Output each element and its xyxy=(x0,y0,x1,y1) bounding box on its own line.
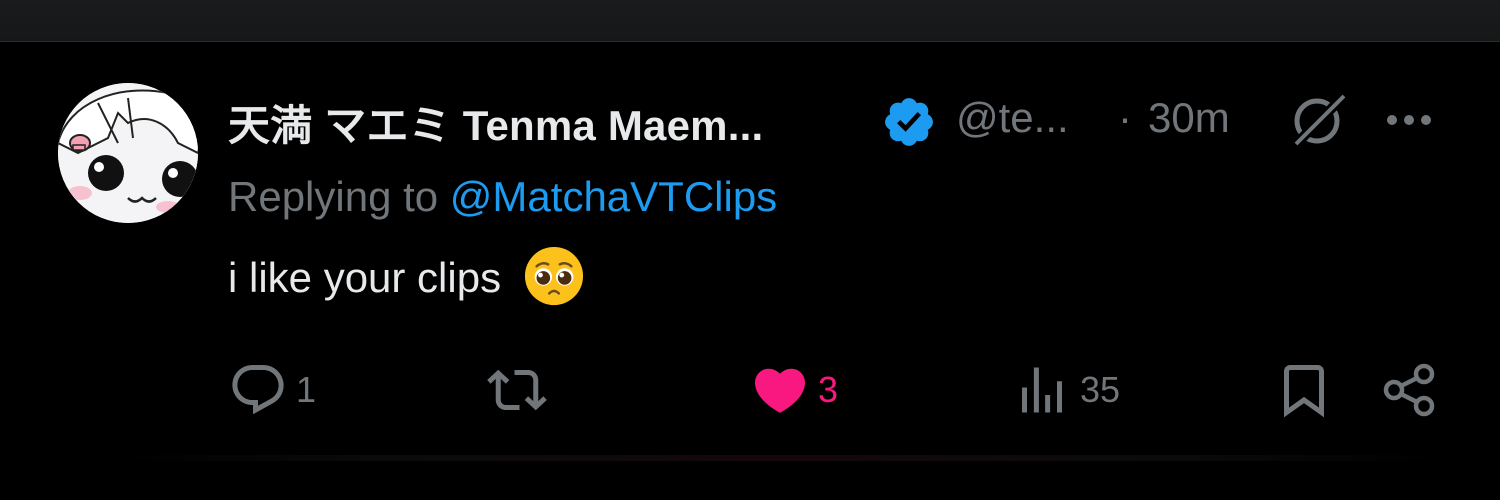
tweet-header: 天満 マエミ Tenma Maem... @te... · 30m xyxy=(228,90,1478,150)
separator-dot: · xyxy=(1118,94,1132,141)
heart-filled-icon xyxy=(754,368,806,413)
views-button[interactable]: 35 xyxy=(1012,360,1120,420)
replying-to: Replying to @MatchaVTClips xyxy=(228,173,777,221)
share-button[interactable] xyxy=(1380,360,1440,420)
tweet-text: i like your clips xyxy=(228,254,502,301)
grok-icon[interactable] xyxy=(1286,86,1352,152)
tweet-actions: 1 3 35 xyxy=(0,360,1500,420)
avatar[interactable] xyxy=(58,83,198,223)
reply-button[interactable]: 1 xyxy=(228,360,316,420)
like-button[interactable]: 3 xyxy=(750,360,838,420)
bookmark-button[interactable] xyxy=(1274,360,1334,420)
timestamp[interactable]: 30m xyxy=(1148,94,1230,142)
bottom-divider xyxy=(120,455,1440,461)
display-name[interactable]: 天満 マエミ Tenma Maem... xyxy=(228,92,763,153)
avatar-image xyxy=(58,83,198,223)
verified-badge-icon[interactable] xyxy=(881,94,937,150)
retweet-button[interactable] xyxy=(487,360,555,420)
retweet-icon xyxy=(487,369,547,411)
handle[interactable]: @te... xyxy=(956,94,1069,142)
reply-count: 1 xyxy=(296,369,317,410)
like-count: 3 xyxy=(818,369,839,410)
bookmark-icon xyxy=(1284,365,1324,418)
reply-mention-link[interactable]: @MatchaVTClips xyxy=(450,173,777,220)
views-chart-icon xyxy=(1022,367,1062,413)
reply-icon xyxy=(232,365,284,415)
tweet-card[interactable]: 天満 マエミ Tenma Maem... @te... · 30m Replyi… xyxy=(0,0,1500,458)
share-icon xyxy=(1383,363,1435,417)
replying-to-label: Replying to xyxy=(228,173,439,220)
pleading-face-emoji-icon xyxy=(524,246,583,305)
views-count: 35 xyxy=(1080,369,1121,410)
tweet-body: i like your clips xyxy=(228,246,585,307)
more-options-icon[interactable] xyxy=(1380,96,1438,144)
